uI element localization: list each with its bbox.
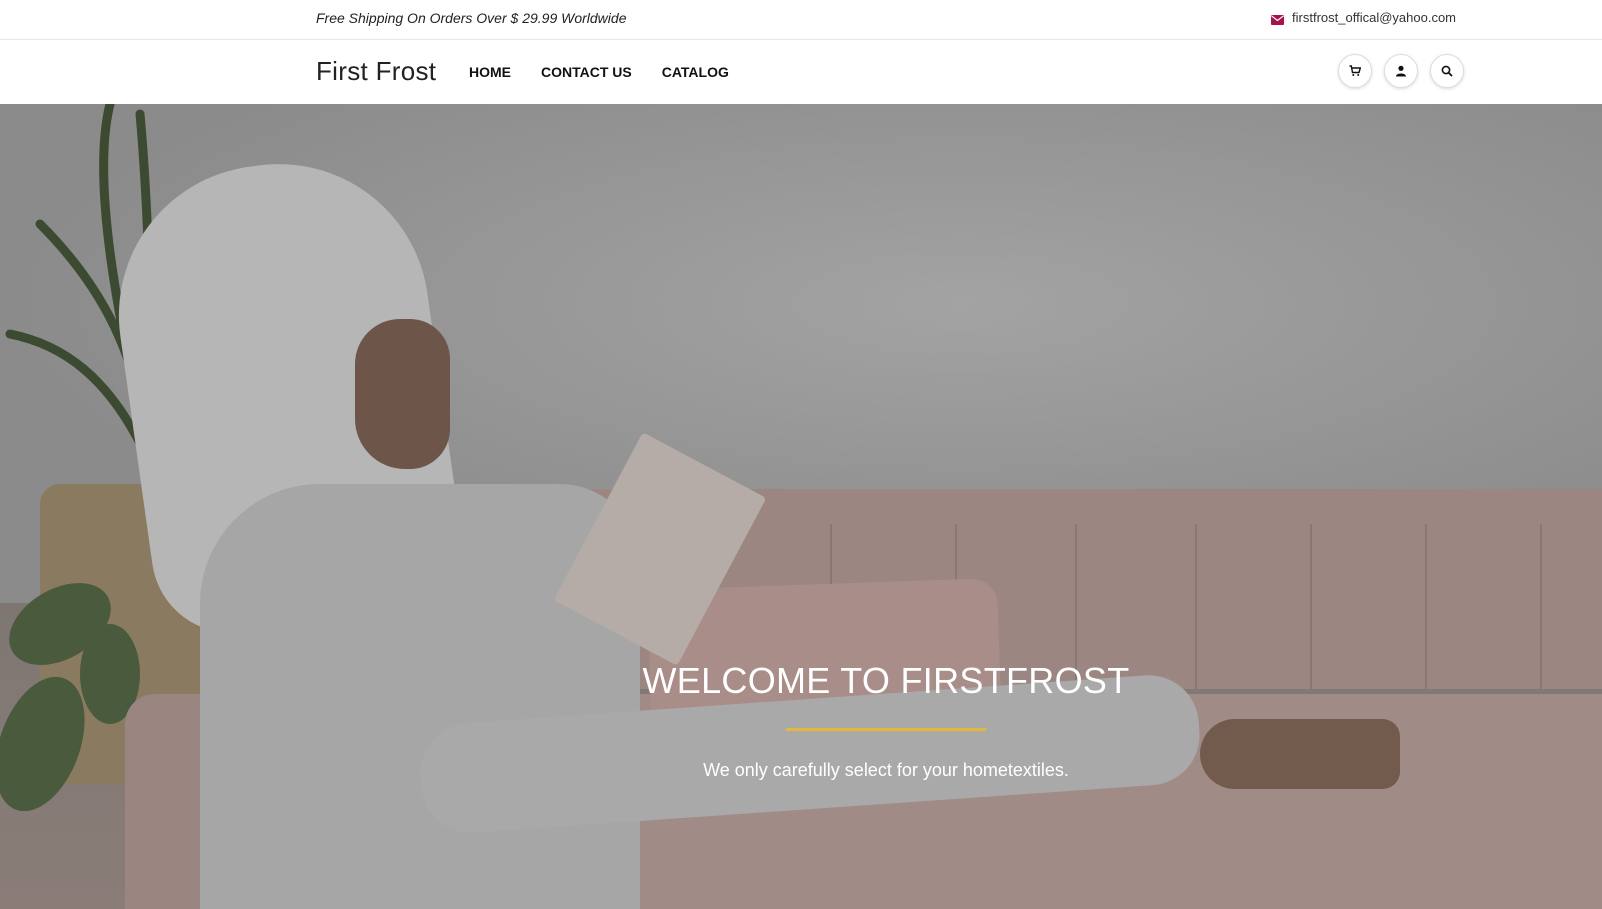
search-icon: [1441, 65, 1453, 77]
nav-home[interactable]: HOME: [469, 64, 511, 80]
header-icons: [1338, 54, 1464, 88]
hero-subtitle: We only carefully select for your homete…: [703, 760, 1069, 780]
search-button[interactable]: [1430, 54, 1464, 88]
user-icon: [1396, 65, 1406, 77]
account-button[interactable]: [1384, 54, 1418, 88]
hero-title: WELCOME TO FIRSTFROST: [642, 660, 1130, 701]
site-logo[interactable]: First Frost: [316, 56, 436, 87]
nav-catalog[interactable]: CATALOG: [662, 64, 729, 80]
envelope-icon: [1271, 13, 1285, 25]
email-text[interactable]: firstfrost_offical@yahoo.com: [1292, 10, 1456, 25]
top-bar: Free Shipping On Orders Over $ 29.99 Wor…: [0, 0, 1602, 40]
hero-divider: [786, 728, 986, 731]
contact-email[interactable]: firstfrost_offical@yahoo.com: [1271, 10, 1456, 25]
cart-button[interactable]: [1338, 54, 1372, 88]
nav-contact-us[interactable]: CONTACT US: [541, 64, 632, 80]
person-face: [355, 319, 450, 469]
hero-banner: WELCOME TO FIRSTFROST We only carefully …: [0, 104, 1602, 909]
main-nav: HOME CONTACT US CATALOG: [469, 64, 729, 80]
site-header: First Frost HOME CONTACT US CATALOG: [0, 40, 1602, 104]
shipping-promo: Free Shipping On Orders Over $ 29.99 Wor…: [316, 10, 627, 26]
cart-icon: [1349, 65, 1361, 76]
